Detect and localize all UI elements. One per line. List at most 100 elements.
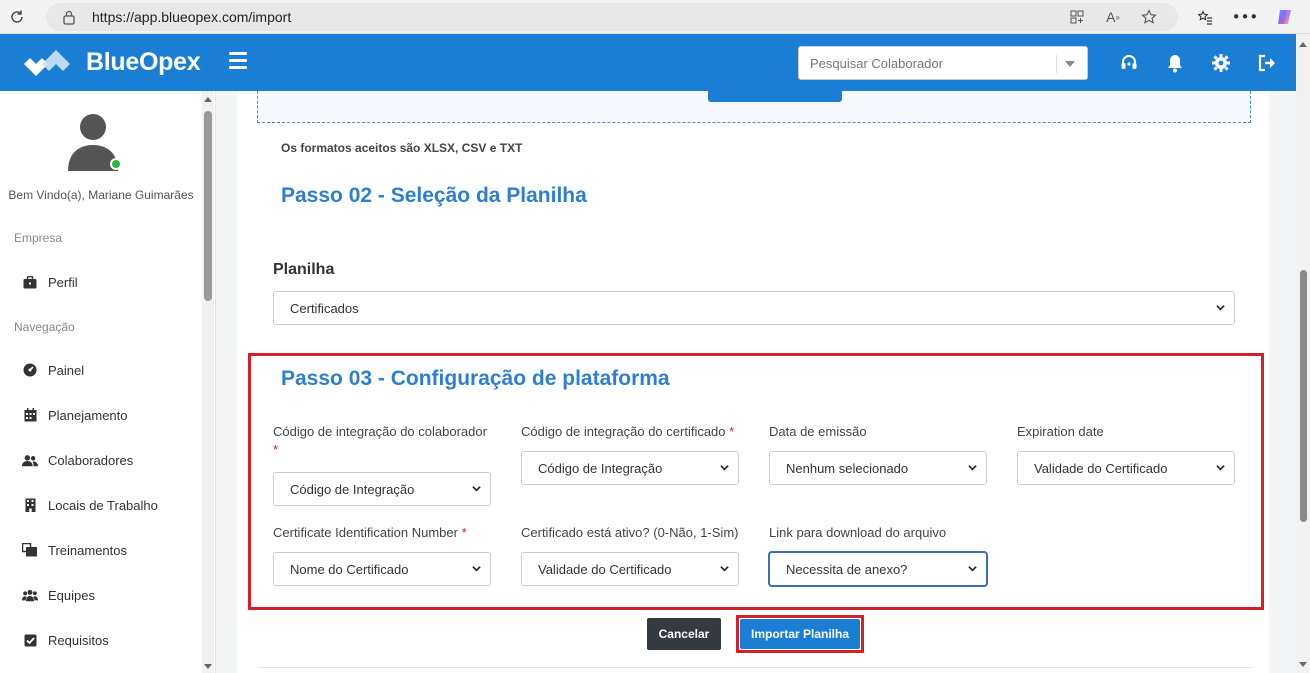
dashboard-icon — [22, 362, 38, 378]
menu-toggle-icon[interactable] — [229, 52, 247, 72]
support-headset-icon[interactable] — [1118, 52, 1140, 74]
required-marker: * — [461, 525, 467, 540]
chevron-down-icon — [472, 486, 481, 492]
app-header: BlueOpex Pesquisar Colaborador — [0, 34, 1296, 91]
more-icon[interactable]: ••• — [1228, 2, 1262, 32]
reload-icon[interactable] — [0, 0, 34, 34]
brand-logo[interactable]: BlueOpex — [22, 46, 201, 80]
field-label-certificate-id-number: Certificate Identification Number * — [273, 524, 467, 542]
field-label-text: Certificate Identification Number — [273, 525, 458, 540]
user-avatar[interactable] — [66, 113, 122, 171]
calendar-icon — [22, 407, 38, 423]
copilot-icon[interactable] — [1268, 2, 1302, 32]
sidebar-section-company: Empresa — [14, 231, 63, 245]
issue-date-select[interactable]: Nenhum selecionado — [769, 451, 987, 485]
select-value: Validade do Certificado — [538, 561, 672, 577]
field-label-certificate-code: Código de integração do certificado * — [521, 423, 734, 441]
lock-icon — [62, 8, 80, 26]
step-2-title: Passo 02 - Seleção da Planilha — [281, 184, 587, 207]
field-label-expiration-date: Expiration date — [1017, 424, 1104, 439]
sidebar-item-label: Requisitos — [48, 632, 109, 648]
sidebar-item-label: Treinamentos — [48, 542, 127, 558]
notifications-bell-icon[interactable] — [1164, 52, 1186, 74]
sheet-select[interactable]: Certificados — [273, 291, 1235, 325]
select-value: Código de Integração — [538, 460, 663, 476]
select-value: Validade do Certificado — [1034, 460, 1168, 476]
cancel-button[interactable]: Cancelar — [647, 618, 721, 650]
import-sheet-button[interactable]: Importar Planilha — [740, 619, 860, 649]
sidebar-section-navigation: Navegação — [14, 320, 75, 334]
team-icon — [22, 587, 38, 603]
step-3-title: Passo 03 - Configuração de plataforma — [281, 367, 670, 390]
address-bar[interactable]: https://app.blueopex.com/import A» — [46, 3, 1178, 31]
sidebar-item-label: Locais de Trabalho — [48, 497, 158, 513]
sidebar-item-planejamento[interactable]: Planejamento — [22, 404, 128, 426]
sidebar-item-label: Planejamento — [48, 407, 128, 423]
field-label-download-link: Link para download do arquivo — [769, 525, 947, 540]
field-label-certificate-active: Certificado está ativo? (0-Não, 1-Sim) — [521, 525, 739, 540]
building-icon — [22, 497, 38, 513]
download-link-select[interactable]: Necessita de anexo? — [769, 552, 987, 586]
sidebar-item-treinamentos[interactable]: Treinamentos — [22, 539, 127, 561]
sidebar-scrollbar[interactable] — [202, 91, 214, 673]
select-value: Necessita de anexo? — [786, 561, 908, 577]
sidebar-item-locais-de-trabalho[interactable]: Locais de Trabalho — [22, 494, 158, 516]
search-collaborator-select[interactable]: Pesquisar Colaborador — [798, 46, 1088, 80]
users-icon — [22, 452, 38, 468]
chevron-down-icon — [720, 465, 729, 471]
search-placeholder: Pesquisar Colaborador — [810, 55, 943, 71]
sidebar-item-requisitos[interactable]: Requisitos — [22, 629, 109, 651]
field-label-text: Código de integração do certificado — [521, 424, 726, 439]
certificate-code-select[interactable]: Código de Integração — [521, 451, 739, 485]
page-scrollbar[interactable] — [1296, 34, 1310, 673]
favorites-icon[interactable] — [1188, 2, 1222, 32]
chevron-down-icon — [968, 566, 977, 572]
file-dropzone[interactable] — [257, 91, 1251, 123]
import-form: Os formatos aceitos são XLSX, CSV e TXT … — [237, 91, 1269, 673]
select-file-button[interactable] — [708, 91, 842, 102]
chevron-down-icon — [1216, 305, 1225, 311]
url-text: https://app.blueopex.com/import — [92, 9, 292, 25]
sidebar-item-perfil[interactable]: Perfil — [22, 271, 78, 293]
field-label-collaborator-code: Código de integração do colaborador * — [273, 423, 503, 459]
sidebar-item-equipes[interactable]: Equipes — [22, 584, 95, 606]
sheet-label: Planilha — [273, 261, 335, 278]
collaborator-code-select[interactable]: Código de Integração — [273, 472, 491, 506]
apps-icon[interactable] — [1066, 6, 1088, 28]
sidebar-item-painel[interactable]: Painel — [22, 359, 84, 381]
browser-toolbar: https://app.blueopex.com/import A» ••• — [0, 0, 1310, 34]
logo-icon — [24, 49, 70, 76]
certificate-active-select[interactable]: Validade do Certificado — [521, 552, 739, 586]
required-marker: * — [273, 442, 279, 457]
training-icon — [22, 542, 38, 558]
chevron-down-icon — [472, 566, 481, 572]
sheet-select-value: Certificados — [290, 300, 359, 316]
certificate-id-number-select[interactable]: Nome do Certificado — [273, 552, 491, 586]
sidebar: Bem Vindo(a), Mariane Guimarães Empresa … — [0, 91, 216, 673]
chevron-down-icon — [1065, 61, 1075, 67]
divider — [257, 667, 1251, 668]
required-marker: * — [729, 424, 735, 439]
sidebar-item-colaboradores[interactable]: Colaboradores — [22, 449, 133, 471]
field-label-text: Código de integração do colaborador — [273, 424, 487, 439]
read-aloud-icon[interactable]: A» — [1102, 6, 1124, 28]
brand-name: BlueOpex — [86, 48, 201, 76]
select-value: Nome do Certificado — [290, 561, 409, 577]
settings-gear-icon[interactable] — [1210, 52, 1232, 74]
user-avatar-icon — [68, 114, 122, 171]
chevron-down-icon — [968, 465, 977, 471]
expiration-date-select[interactable]: Validade do Certificado — [1017, 451, 1235, 485]
sidebar-item-label: Perfil — [48, 274, 78, 290]
checkbox-icon — [22, 632, 38, 648]
select-value: Código de Integração — [290, 481, 415, 497]
logout-icon[interactable] — [1256, 52, 1278, 74]
field-label-issue-date: Data de emissão — [769, 424, 867, 439]
sidebar-item-label: Painel — [48, 362, 85, 378]
sidebar-item-label: Colaboradores — [48, 452, 134, 468]
welcome-text: Bem Vindo(a), Mariane Guimarães — [8, 188, 194, 202]
select-value: Nenhum selecionado — [786, 460, 909, 476]
chevron-down-icon — [1216, 465, 1225, 471]
briefcase-icon — [22, 274, 38, 290]
chevron-down-icon — [720, 566, 729, 572]
favorite-star-icon[interactable] — [1138, 6, 1160, 28]
